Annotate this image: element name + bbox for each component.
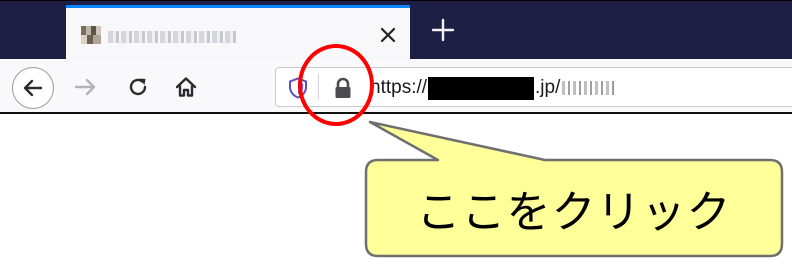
highlight-circle [298, 44, 374, 126]
callout-text: ここをクリック [416, 187, 732, 238]
